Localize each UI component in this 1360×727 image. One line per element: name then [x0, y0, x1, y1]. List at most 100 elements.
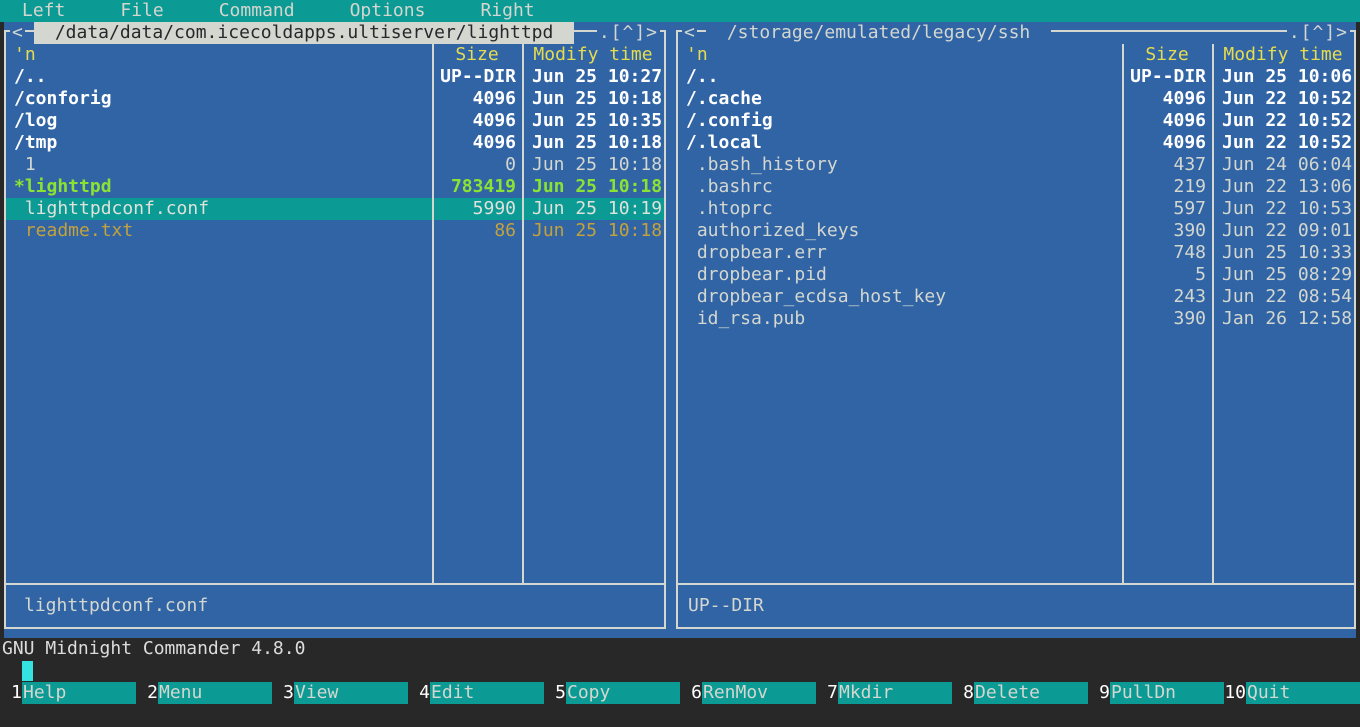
file-size — [1122, 462, 1212, 484]
fkey-renmov[interactable]: 6 RenMov — [680, 682, 816, 704]
file-row[interactable]: .bashrc 219 Jun 22 13:06 — [678, 176, 1354, 198]
column-header-name[interactable]: 'n Name — [678, 44, 1122, 66]
file-row[interactable]: /.local 4096 Jun 22 10:52 — [678, 132, 1354, 154]
file-row[interactable]: lighttpdconf.conf 5990 Jun 25 10:19 — [6, 198, 664, 220]
menu-item-options[interactable]: Options — [350, 0, 426, 22]
fkey-menu[interactable]: 2 Menu — [136, 682, 272, 704]
file-row[interactable]: /.. UP--DIR Jun 25 10:06 — [678, 66, 1354, 88]
file-name — [678, 396, 1122, 418]
file-size: 86 — [432, 220, 522, 242]
file-row[interactable]: .bash_history 437 Jun 24 06:04 — [678, 154, 1354, 176]
fkey-label: Delete — [974, 682, 1088, 704]
fkey-label: RenMov — [702, 682, 816, 704]
empty-row — [6, 264, 664, 286]
file-row[interactable]: /conforig 4096 Jun 25 10:18 — [6, 88, 664, 110]
fkey-copy[interactable]: 5 Copy — [544, 682, 680, 704]
fkey-label: Help — [22, 682, 136, 704]
sort-indicator: 'n — [14, 44, 36, 66]
version-text: GNU Midnight Commander 4.8.0 — [2, 638, 305, 660]
fkey-mkdir[interactable]: 7 Mkdir — [816, 682, 952, 704]
left-file-list: /.. UP--DIR Jun 25 10:27 /conforig 4096 … — [6, 66, 664, 572]
file-row[interactable]: readme.txt 86 Jun 25 10:18 — [6, 220, 664, 242]
function-key-bar: 1 Help 2 Menu 3 View 4 Edit 5 Copy 6 Ren… — [0, 682, 1360, 704]
fkey-edit[interactable]: 4 Edit — [408, 682, 544, 704]
history-back-icon[interactable]: < — [682, 22, 697, 44]
file-row[interactable]: /.cache 4096 Jun 22 10:52 — [678, 88, 1354, 110]
empty-row — [6, 418, 664, 440]
fkey-pulldn[interactable]: 9 PullDn — [1088, 682, 1224, 704]
fkey-view[interactable]: 3 View — [272, 682, 408, 704]
fkey-delete[interactable]: 8 Delete — [952, 682, 1088, 704]
file-mtime — [522, 550, 664, 572]
file-name — [678, 374, 1122, 396]
file-mtime: Jun 25 10:27 — [522, 66, 664, 88]
file-row[interactable]: .htoprc 597 Jun 22 10:53 — [678, 198, 1354, 220]
menu-item-file[interactable]: File — [120, 0, 163, 22]
file-size: 390 — [1122, 220, 1212, 242]
file-row[interactable]: id_rsa.pub 390 Jan 26 12:58 — [678, 308, 1354, 330]
file-mtime: Jun 25 10:18 — [522, 154, 664, 176]
file-name: *lighttpd — [6, 176, 432, 198]
right-panel-path[interactable]: /storage/emulated/legacy/ssh — [706, 22, 1051, 44]
file-name: .bashrc — [678, 176, 1122, 198]
file-name: /conforig — [6, 88, 432, 110]
menu-item-command[interactable]: Command — [219, 0, 295, 22]
file-size — [1122, 396, 1212, 418]
file-row[interactable]: /tmp 4096 Jun 25 10:18 — [6, 132, 664, 154]
file-size — [432, 264, 522, 286]
column-header-name[interactable]: 'n Name — [6, 44, 432, 66]
file-row[interactable]: dropbear.pid 5 Jun 25 08:29 — [678, 264, 1354, 286]
file-mtime — [522, 418, 664, 440]
file-name — [6, 484, 432, 506]
file-size: 4096 — [1122, 132, 1212, 154]
file-size — [432, 462, 522, 484]
file-size — [1122, 506, 1212, 528]
file-size: 243 — [1122, 286, 1212, 308]
file-name — [6, 418, 432, 440]
file-row[interactable]: authorized_keys 390 Jun 22 09:01 — [678, 220, 1354, 242]
fkey-number: 3 — [272, 682, 294, 704]
file-mtime — [522, 396, 664, 418]
empty-row — [678, 484, 1354, 506]
command-line-input[interactable] — [0, 660, 1360, 682]
file-name: /.local — [678, 132, 1122, 154]
file-row[interactable]: /log 4096 Jun 25 10:35 — [6, 110, 664, 132]
empty-row — [6, 440, 664, 462]
menu-item-right[interactable]: Right — [480, 0, 534, 22]
column-header-size[interactable]: Size — [1122, 44, 1212, 66]
panel-controls-icon[interactable]: .[^]> — [1287, 22, 1350, 44]
file-name — [6, 396, 432, 418]
file-size — [1122, 550, 1212, 572]
menu-item-left[interactable]: Left — [22, 0, 65, 22]
file-row[interactable]: /.config 4096 Jun 22 10:52 — [678, 110, 1354, 132]
left-panel-path[interactable]: /data/data/com.icecoldapps.ultiserver/li… — [34, 22, 574, 44]
column-header-mtime[interactable]: Modify time — [1212, 44, 1354, 66]
file-mtime — [1212, 330, 1354, 352]
file-mtime — [522, 286, 664, 308]
fkey-number: 10 — [1224, 682, 1246, 704]
file-row[interactable]: /.. UP--DIR Jun 25 10:27 — [6, 66, 664, 88]
file-row[interactable]: dropbear_ecdsa_host_key 243 Jun 22 08:54 — [678, 286, 1354, 308]
fkey-quit[interactable]: 10 Quit — [1224, 682, 1360, 704]
file-name: .bash_history — [678, 154, 1122, 176]
file-name: /.cache — [678, 88, 1122, 110]
file-size: 4096 — [432, 88, 522, 110]
file-name: /log — [6, 110, 432, 132]
file-name: dropbear.err — [678, 242, 1122, 264]
column-header-mtime[interactable]: Modify time — [522, 44, 664, 66]
file-size: 5990 — [432, 198, 522, 220]
file-name: readme.txt — [6, 220, 432, 242]
fkey-help[interactable]: 1 Help — [0, 682, 136, 704]
panel-controls-icon[interactable]: .[^]> — [597, 22, 660, 44]
file-mtime: Jun 22 10:52 — [1212, 110, 1354, 132]
file-row[interactable]: dropbear.err 748 Jun 25 10:33 — [678, 242, 1354, 264]
file-mtime — [522, 374, 664, 396]
file-size — [432, 440, 522, 462]
file-row[interactable]: 1 0 Jun 25 10:18 — [6, 154, 664, 176]
file-size: 219 — [1122, 176, 1212, 198]
file-row[interactable]: *lighttpd 783419 Jun 25 10:18 — [6, 176, 664, 198]
file-size — [432, 484, 522, 506]
sort-indicator: 'n — [686, 44, 708, 66]
column-header-size[interactable]: Size — [432, 44, 522, 66]
history-back-icon[interactable]: < — [10, 22, 25, 44]
